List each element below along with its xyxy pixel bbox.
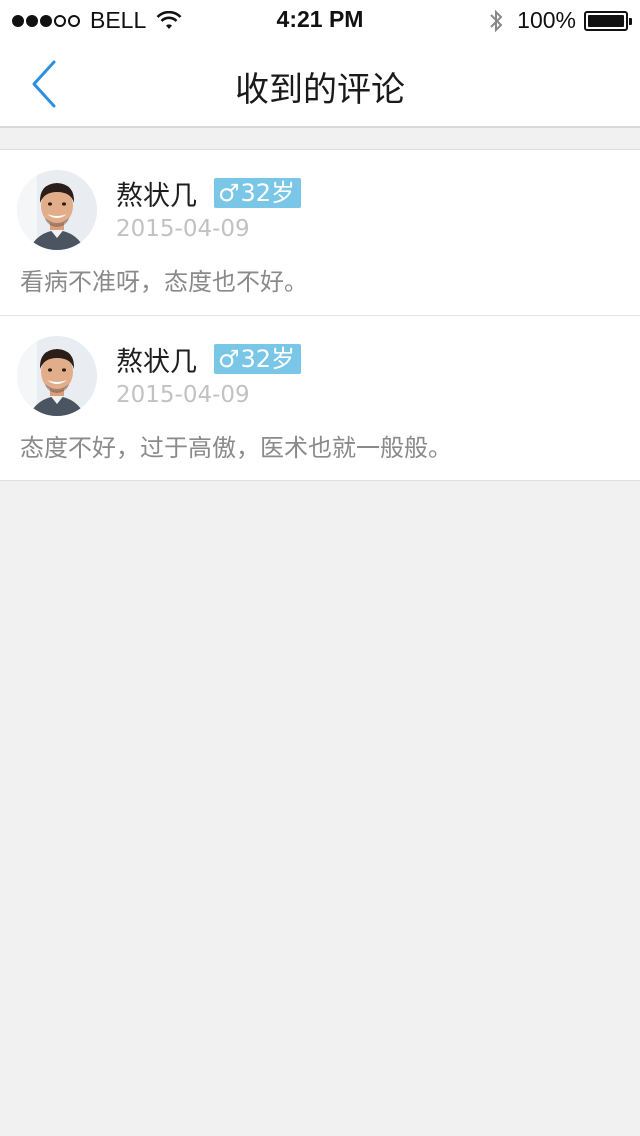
age-label: 32岁 <box>240 179 296 207</box>
battery-percentage: 100% <box>517 7 576 33</box>
comment-text: 看病不准呀，态度也不好。 <box>20 268 308 296</box>
username: 熬状几 <box>116 347 197 378</box>
status-bar: BELL 4:21 PM 100% <box>0 0 640 40</box>
avatar[interactable] <box>17 170 97 250</box>
male-icon: ♂ <box>218 179 240 207</box>
male-icon: ♂ <box>218 345 240 373</box>
comment-date: 2015-04-09 <box>116 216 250 242</box>
comment-item[interactable]: 熬状几 ♂ 32岁 2015-04-09 态度不好，过于高傲，医术也就一般般。 <box>0 315 640 480</box>
gender-age-badge: ♂ 32岁 <box>214 344 302 374</box>
username: 熬状几 <box>116 181 197 212</box>
page-title: 收到的评论 <box>235 70 405 110</box>
battery-icon <box>584 10 632 31</box>
navigation-bar: 收到的评论 <box>0 40 640 128</box>
comments-screen: BELL 4:21 PM 100% 收到的评论 熬状几 ♂ 32岁 2015-0… <box>0 0 640 1136</box>
comment-list: 熬状几 ♂ 32岁 2015-04-09 看病不准呀，态度也不好。 熬状几 ♂ … <box>0 149 640 481</box>
age-label: 32岁 <box>240 345 296 373</box>
avatar[interactable] <box>17 336 97 416</box>
gender-age-badge: ♂ 32岁 <box>214 178 302 208</box>
status-right: 100% <box>489 7 632 34</box>
bluetooth-icon <box>490 9 503 32</box>
comment-item[interactable]: 熬状几 ♂ 32岁 2015-04-09 看病不准呀，态度也不好。 <box>0 150 640 315</box>
comment-text: 态度不好，过于高傲，医术也就一般般。 <box>20 434 452 462</box>
comment-date: 2015-04-09 <box>116 382 250 408</box>
